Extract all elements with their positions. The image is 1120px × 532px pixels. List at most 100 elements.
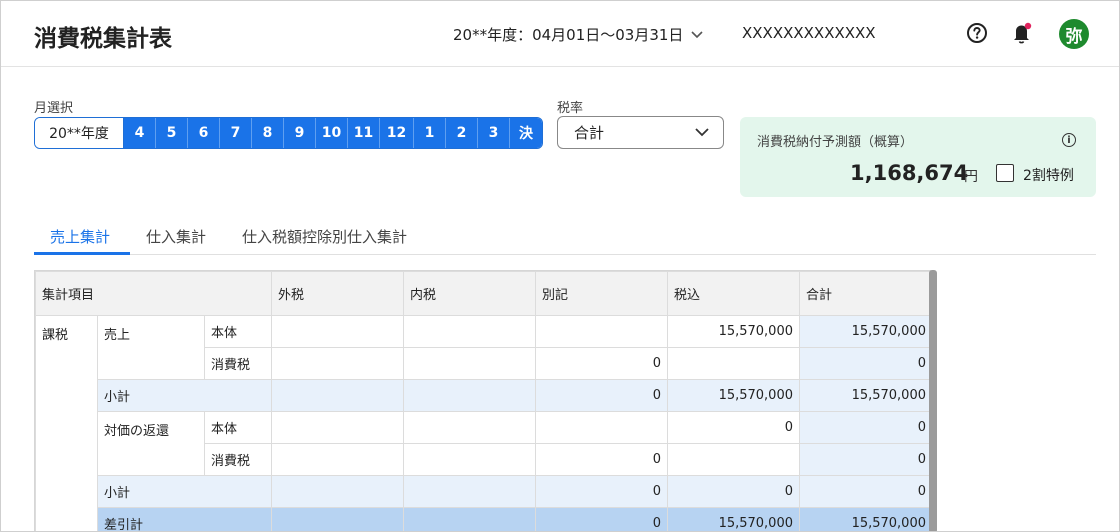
table-row-subtotal: 小計 0 15,570,000 15,570,000 [36,379,931,412]
row-label-body: 本体 [204,411,272,444]
month-button-1[interactable]: 1 [414,118,446,148]
cell-outside-tax [271,443,404,476]
column-header: 内税 [403,271,536,316]
table-row: 対価の返還 本体 0 0 [36,411,931,476]
cell-separate: 0 [535,475,668,508]
app-header: 消費税集計表 20**年度：04月01日〜03月31日 XXXXXXXXXXXX… [1,1,1119,67]
active-tab-indicator [34,252,130,255]
cell-outside-tax [271,315,404,348]
row-label-subtotal: 小計 [97,475,272,508]
month-button-10[interactable]: 10 [316,118,348,148]
fiscal-period-label: 20**年度：04月01日〜03月31日 [453,26,684,44]
cell-inside-tax [403,379,536,412]
sales-summary-table: 集計項目 外税 内税 別記 税込 合計 課税 売上 本体 15,570,000 [34,270,931,531]
column-header: 集計項目 [35,271,272,316]
cell-tax-included: 15,570,000 [667,315,800,348]
table-row-subtotal: 小計 0 0 0 [36,475,931,508]
cell-total: 0 [799,443,931,476]
forecast-unit: 円 [964,169,978,185]
cell-inside-tax [403,347,536,380]
cell-separate [535,315,668,348]
row-label-consumption-tax: 消費税 [204,443,272,476]
month-button-2[interactable]: 2 [446,118,478,148]
cell-tax-included: 15,570,000 [667,507,800,531]
month-selector: 20**年度 4 5 6 7 8 9 10 11 12 1 2 3 決 [34,117,543,149]
month-button-5[interactable]: 5 [156,118,188,148]
cell-outside-tax [271,475,404,508]
tab-sales-summary[interactable]: 売上集計 [50,226,110,247]
cell-outside-tax [271,411,404,444]
month-select-label: 月選択 [34,101,74,116]
table-header-row: 集計項目 外税 内税 別記 税込 合計 [35,271,931,316]
cell-outside-tax [271,379,404,412]
cell-inside-tax [403,475,536,508]
tax-rate-value: 合計 [574,124,605,142]
chevron-down-icon [695,126,709,140]
column-header: 外税 [271,271,404,316]
row-label-return: 対価の返還 [97,411,205,476]
month-button-12[interactable]: 12 [380,118,414,148]
page-title: 消費税集計表 [34,26,172,52]
table-row: 課税 売上 本体 15,570,000 15,570,000 [35,315,931,531]
column-header: 別記 [535,271,668,316]
row-label-net-total: 差引計 [97,507,272,531]
cell-tax-included: 15,570,000 [667,379,800,412]
help-circle-icon[interactable] [966,22,988,44]
month-button-3[interactable]: 3 [478,118,510,148]
column-header: 税込 [667,271,800,316]
cell-tax-included: 0 [667,411,800,444]
month-button-11[interactable]: 11 [348,118,380,148]
cell-inside-tax [403,443,536,476]
fiscal-period-selector[interactable]: 20**年度：04月01日〜03月31日 [453,24,704,45]
month-button-settlement[interactable]: 決 [510,118,542,148]
cell-separate: 0 [535,379,668,412]
two-wari-special-checkbox[interactable] [996,164,1014,182]
cell-inside-tax [403,315,536,348]
cell-tax-included: 0 [667,475,800,508]
row-label-sales: 売上 [97,315,205,380]
row-label-subtotal: 小計 [97,379,272,412]
tax-rate-label: 税率 [557,101,584,116]
cell-total: 15,570,000 [799,379,931,412]
month-button-9[interactable]: 9 [284,118,316,148]
month-button-4[interactable]: 4 [124,118,156,148]
cell-tax-included [667,443,800,476]
cell-outside-tax [271,347,404,380]
tab-deduction-purchase-summary[interactable]: 仕入税額控除別仕入集計 [242,226,407,247]
forecast-amount: 1,168,674 [850,161,969,185]
cell-tax-included [667,347,800,380]
table-scrollbar[interactable] [929,270,937,531]
row-label-body: 本体 [204,315,272,348]
cell-separate: 0 [535,507,668,531]
forecast-title: 消費税納付予測額（概算） [757,135,914,150]
cell-inside-tax [403,411,536,444]
cell-total: 0 [799,347,931,380]
two-wari-special-label[interactable]: 2割特例 [1023,165,1074,185]
avatar[interactable]: 弥 [1059,19,1089,49]
column-header: 合計 [799,271,931,316]
cell-separate [535,411,668,444]
table-row-net-total: 差引計 0 15,570,000 15,570,000 [36,507,931,531]
cell-outside-tax [271,507,404,531]
tax-rate-select[interactable]: 合計 [557,116,724,149]
cell-separate: 0 [535,347,668,380]
cell-separate: 0 [535,443,668,476]
company-name[interactable]: XXXXXXXXXXXXX [742,24,876,42]
app-frame: 消費税集計表 20**年度：04月01日〜03月31日 XXXXXXXXXXXX… [0,0,1120,532]
month-button-6[interactable]: 6 [188,118,220,148]
chevron-down-icon [691,28,704,42]
info-icon[interactable]: i [1062,133,1076,147]
month-button-7[interactable]: 7 [220,118,252,148]
cell-total: 0 [799,411,931,444]
tax-forecast-panel: 消費税納付予測額（概算） i 1,168,674 円 2割特例 [740,117,1096,197]
month-year-button[interactable]: 20**年度 [35,118,124,148]
cell-total: 15,570,000 [799,507,931,531]
tab-purchase-summary[interactable]: 仕入集計 [146,226,206,247]
summary-tabs: 売上集計 仕入集計 仕入税額控除別仕入集計 [34,223,1096,255]
cell-total: 0 [799,475,931,508]
month-button-8[interactable]: 8 [252,118,284,148]
cell-inside-tax [403,507,536,531]
row-label-consumption-tax: 消費税 [204,347,272,380]
cell-total: 15,570,000 [799,315,931,348]
bell-icon[interactable] [1011,21,1033,45]
